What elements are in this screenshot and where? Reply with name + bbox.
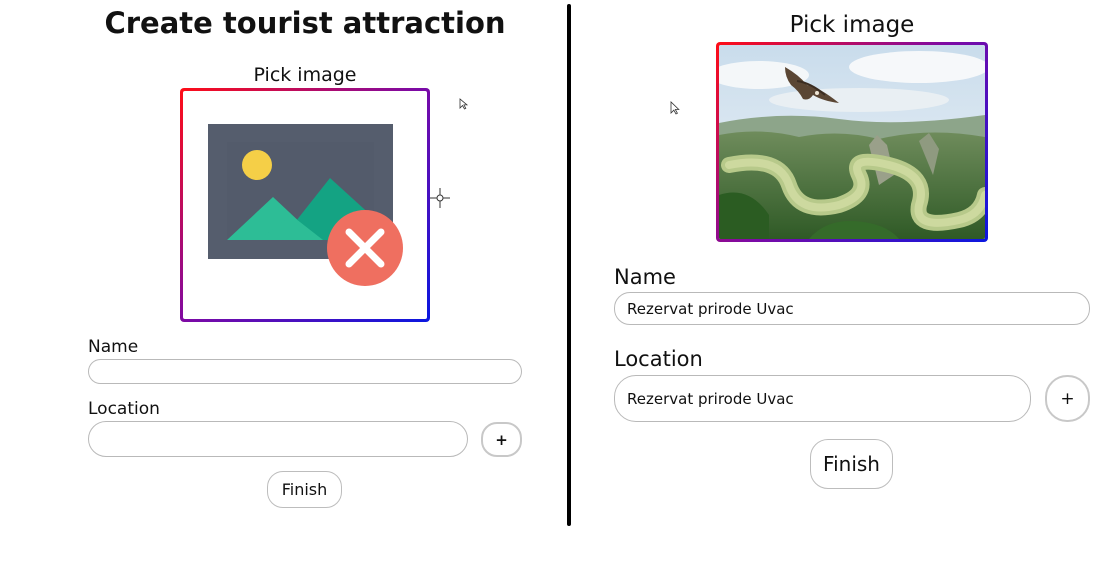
name-input-right[interactable] [614, 292, 1090, 325]
finish-button[interactable]: Finish [267, 471, 342, 508]
name-label: Name [88, 337, 139, 357]
pick-image-button[interactable] [180, 88, 430, 322]
landscape-photo-uvac [719, 45, 985, 239]
broken-image-icon [208, 124, 403, 286]
location-input-right[interactable] [614, 375, 1031, 422]
sun-icon [242, 150, 272, 180]
location-input[interactable] [88, 421, 468, 457]
crosshair-cursor-icon [430, 188, 450, 208]
plus-icon: + [495, 430, 508, 449]
pick-image-label-right: Pick image [789, 12, 915, 38]
finish-button-right[interactable]: Finish [810, 439, 893, 489]
name-input[interactable] [88, 359, 522, 384]
pick-image-button-right[interactable] [716, 42, 988, 242]
location-label: Location [88, 399, 160, 419]
pick-image-label: Pick image [253, 64, 357, 86]
plus-icon-right: + [1060, 388, 1075, 409]
page-title: Create tourist attraction [104, 6, 506, 40]
location-label-right: Location [614, 347, 703, 371]
cursor-arrow-icon-right [670, 101, 680, 115]
add-location-button[interactable]: + [481, 422, 522, 457]
panel-divider [567, 4, 571, 526]
cursor-arrow-icon [459, 98, 469, 110]
app-window: Create tourist attraction Pick image Nam… [0, 0, 1109, 580]
add-location-button-right[interactable]: + [1045, 375, 1090, 422]
name-label-right: Name [614, 265, 676, 289]
